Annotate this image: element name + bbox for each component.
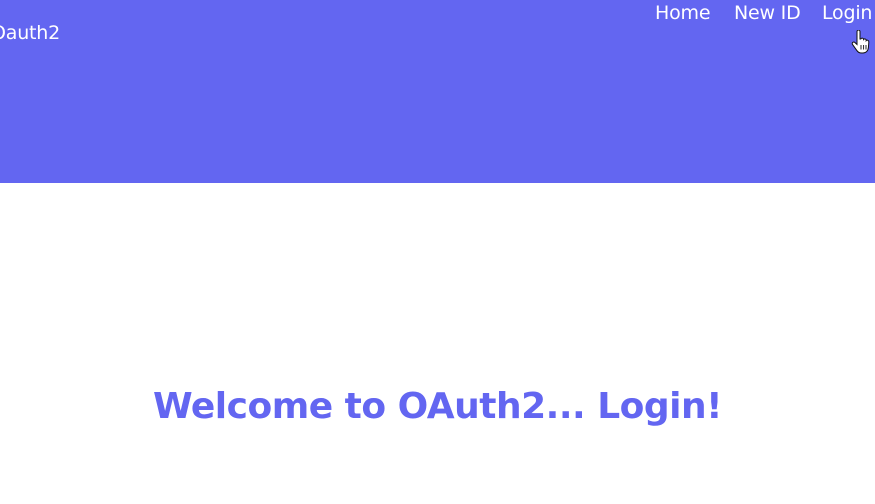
nav-home-link[interactable]: Home	[655, 0, 711, 26]
brand-link[interactable]: Oauth2	[0, 20, 60, 46]
top-banner: Oauth2 Home New ID Login	[0, 0, 875, 183]
hand-pointer-icon	[851, 29, 871, 54]
page-title: Welcome to OAuth2... Login!	[152, 386, 723, 428]
nav-new-id-link[interactable]: New ID	[734, 0, 801, 26]
nav-login-link[interactable]: Login	[822, 0, 872, 26]
